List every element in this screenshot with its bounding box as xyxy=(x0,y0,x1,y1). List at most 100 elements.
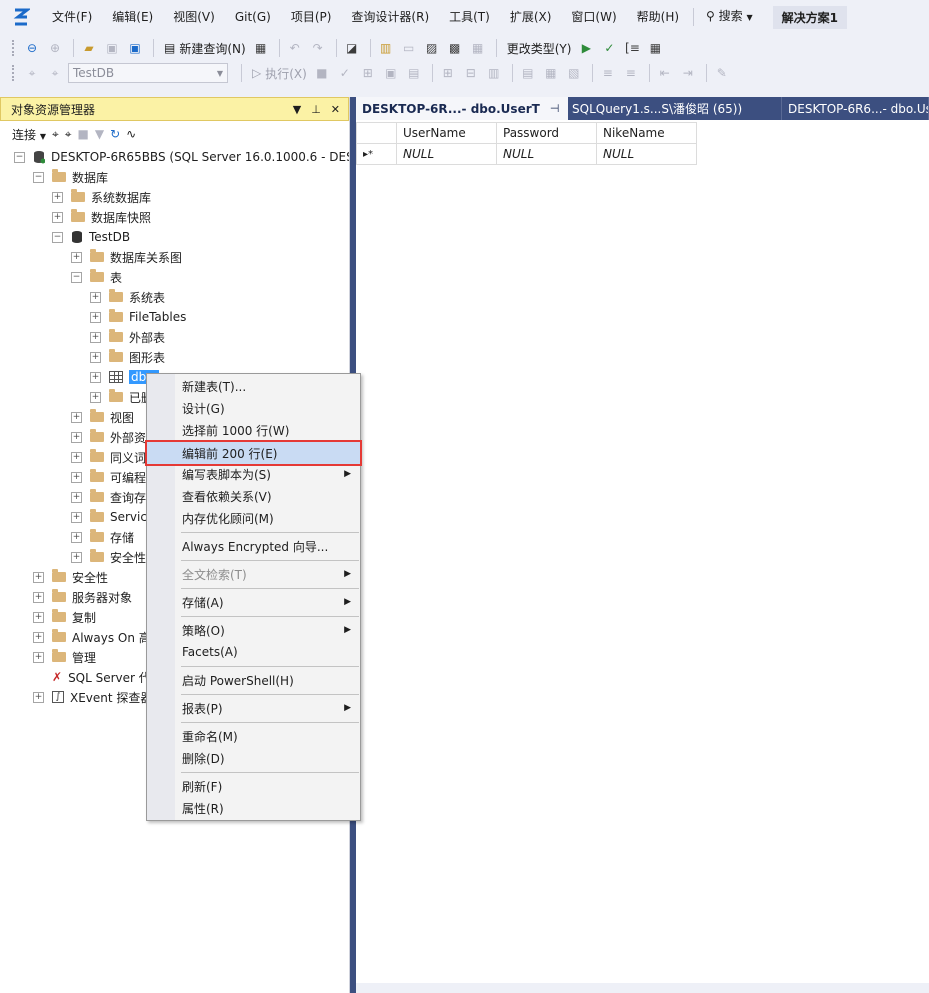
new-query-button[interactable]: ▤ 新建查询(N) xyxy=(159,37,251,59)
activity-icon[interactable]: ∿ xyxy=(126,127,136,141)
expand-icon[interactable]: + xyxy=(52,211,63,223)
tree-node-programmability[interactable]: + 可编程 xyxy=(71,467,146,487)
menu-item-reports[interactable]: 报表(P) ▶ xyxy=(175,697,359,719)
query-options-icon[interactable]: ▦ xyxy=(251,38,271,58)
client-stats-icon[interactable]: ▥ xyxy=(484,63,504,83)
menu-item-always-encrypted[interactable]: Always Encrypted 向导... xyxy=(175,535,359,557)
menu-item-storage[interactable]: 存储(A) ▶ xyxy=(175,591,359,613)
expand-icon[interactable]: + xyxy=(71,511,82,523)
expand-icon[interactable]: + xyxy=(71,451,82,463)
expand-icon[interactable]: + xyxy=(71,411,82,423)
results-file-icon[interactable]: ▧ xyxy=(564,63,584,83)
menu-edit[interactable]: 编辑(E) xyxy=(102,0,163,34)
tree-node-external-resources[interactable]: + 外部资 xyxy=(71,427,146,447)
live-stats-icon[interactable]: ⊟ xyxy=(461,63,481,83)
pin-icon[interactable]: ⊣ xyxy=(550,102,560,115)
tree-node-server-objects[interactable]: + 服务器对象 xyxy=(33,587,132,607)
menu-item-refresh[interactable]: 刷新(F) xyxy=(175,775,359,797)
stop-icon[interactable]: ■ xyxy=(78,127,89,141)
expand-icon[interactable]: + xyxy=(71,491,82,503)
tree-server-node[interactable]: − DESKTOP-6R65BBS (SQL Server 16.0.1000.… xyxy=(14,147,349,167)
uncomment-icon[interactable]: ≡ xyxy=(621,63,641,83)
show-diagram-icon[interactable]: ▭ xyxy=(399,38,419,58)
menu-item-full-text-index[interactable]: 全文检索(T) ▶ xyxy=(175,563,359,585)
group-by-icon[interactable]: [≡ xyxy=(622,38,642,58)
expand-icon[interactable]: + xyxy=(71,551,82,563)
stop-icon[interactable]: ■ xyxy=(312,63,332,83)
menu-tools[interactable]: 工具(T) xyxy=(439,0,500,34)
expand-icon[interactable]: + xyxy=(33,631,44,643)
pin-icon[interactable]: ⊥ xyxy=(311,103,321,116)
expand-icon[interactable]: + xyxy=(90,391,101,403)
tree-node-replication[interactable]: + 复制 xyxy=(33,607,96,627)
change-connection-icon[interactable]: ⌖ xyxy=(45,63,65,83)
database-select[interactable]: TestDB ▼ xyxy=(68,63,228,83)
disconnect-icon[interactable]: ⌖ xyxy=(65,127,72,142)
tree-node-system-tables[interactable]: + 系统表 xyxy=(90,287,165,307)
toolbar-grip[interactable] xyxy=(12,40,16,56)
specify-values-icon[interactable]: ✎ xyxy=(712,63,732,83)
expand-icon[interactable]: + xyxy=(71,471,82,483)
search-button[interactable]: ⚲ 搜索 ▼ xyxy=(698,0,761,35)
expand-icon[interactable]: + xyxy=(90,311,101,323)
decrease-indent-icon[interactable]: ⇤ xyxy=(655,63,675,83)
tree-node-db-security[interactable]: + 安全性 xyxy=(71,547,146,567)
collapse-icon[interactable]: − xyxy=(71,271,82,283)
forward-icon[interactable]: ⊕ xyxy=(45,38,65,58)
menu-item-script-table-as[interactable]: 编写表脚本为(S) ▶ xyxy=(175,463,359,485)
expand-icon[interactable]: + xyxy=(90,371,101,383)
tab-usert-edit[interactable]: DESKTOP-6R...- dbo.UserT ⊣ ✕ xyxy=(356,97,568,120)
grid-corner[interactable] xyxy=(356,122,397,144)
grid-column-header[interactable]: Password xyxy=(496,122,597,144)
expand-icon[interactable]: + xyxy=(90,331,101,343)
tree-node-sql-agent[interactable]: ✗ SQL Server 代 xyxy=(52,667,151,687)
expand-icon[interactable]: + xyxy=(52,191,63,203)
menu-item-design[interactable]: 设计(G) xyxy=(175,397,359,419)
execute-button[interactable]: ▷ 执行(X) xyxy=(247,62,312,84)
menu-item-properties[interactable]: 属性(R) xyxy=(175,797,359,819)
menu-item-policies[interactable]: 策略(O) ▶ xyxy=(175,619,359,641)
run-sql-icon[interactable]: ▶ xyxy=(576,38,596,58)
expand-icon[interactable]: + xyxy=(71,431,82,443)
criteria-pane-icon[interactable]: ▨ xyxy=(422,38,442,58)
menu-file[interactable]: 文件(F) xyxy=(42,0,102,34)
menu-item-view-dependencies[interactable]: 查看依赖关系(V) xyxy=(175,485,359,507)
tab-sqlquery1[interactable]: SQLQuery1.s...S\潘俊昭 (65)) xyxy=(568,97,782,120)
expand-icon[interactable]: + xyxy=(71,251,82,263)
tree-node-security[interactable]: + 安全性 xyxy=(33,567,108,587)
menu-git[interactable]: Git(G) xyxy=(225,0,281,34)
tree-node-graph-tables[interactable]: + 图形表 xyxy=(90,347,165,367)
collapse-icon[interactable]: − xyxy=(14,151,25,163)
menu-item-new-table[interactable]: 新建表(T)... xyxy=(175,375,359,397)
estimated-plan-icon[interactable]: ⊞ xyxy=(358,63,378,83)
ssms-logo-icon[interactable] xyxy=(8,4,34,30)
menu-item-delete[interactable]: 删除(D) xyxy=(175,747,359,769)
expand-icon[interactable]: + xyxy=(33,651,44,663)
grid-column-header[interactable]: UserName xyxy=(396,122,497,144)
undo-icon[interactable]: ↶ xyxy=(285,38,305,58)
parse-icon[interactable]: ✓ xyxy=(335,63,355,83)
save-all-icon[interactable]: ▣ xyxy=(125,38,145,58)
expand-icon[interactable]: + xyxy=(33,611,44,623)
tree-node-testdb[interactable]: − TestDB xyxy=(52,227,130,247)
tree-node-always-on[interactable]: + Always On 高 xyxy=(33,627,151,647)
refresh-icon[interactable]: ↻ xyxy=(110,127,120,141)
menu-item-select-top-1000[interactable]: 选择前 1000 行(W) xyxy=(175,419,359,441)
close-icon[interactable]: ✕ xyxy=(331,103,340,116)
back-icon[interactable]: ⊖ xyxy=(22,38,42,58)
connect-icon[interactable]: ⌖ xyxy=(22,63,42,83)
expand-icon[interactable]: + xyxy=(33,571,44,583)
tree-node-views[interactable]: + 视图 xyxy=(71,407,134,427)
menu-item-facets[interactable]: Facets(A) xyxy=(175,641,359,663)
add-table-icon[interactable]: ▦ xyxy=(645,38,665,58)
grid-cell[interactable]: NULL xyxy=(396,143,497,165)
expand-icon[interactable]: + xyxy=(33,591,44,603)
menu-item-memory-optimization[interactable]: 内存优化顾问(M) xyxy=(175,507,359,529)
verify-sql-icon[interactable]: ✓ xyxy=(599,38,619,58)
tree-node-external-tables[interactable]: + 外部表 xyxy=(90,327,165,347)
results-grid-icon[interactable]: ▦ xyxy=(541,63,561,83)
menu-item-edit-top-200[interactable]: 编辑前 200 行(E) xyxy=(145,440,362,466)
open-folder-icon[interactable]: ▰ xyxy=(79,38,99,58)
tree-node-dropped-ledger-tables[interactable]: + 已删 xyxy=(90,387,153,407)
tree-node-storage[interactable]: + 存储 xyxy=(71,527,134,547)
